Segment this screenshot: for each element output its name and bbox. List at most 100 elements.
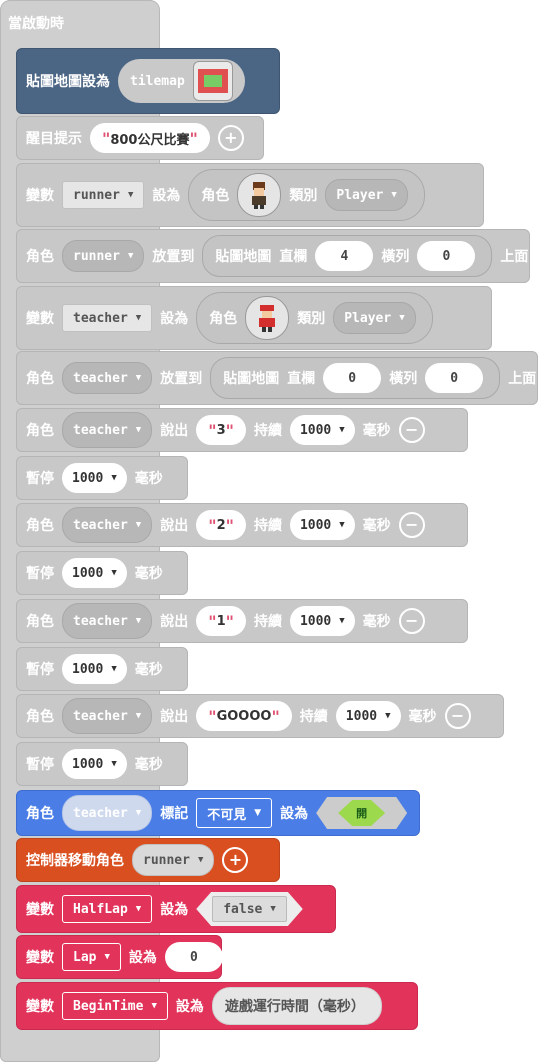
top-label: 上面 [508,371,537,387]
say-label: 說出 [160,614,189,630]
remove-parameter-icon[interactable]: − [398,512,425,538]
duration-label: 持續 [299,709,328,725]
say-text-field[interactable]: " 2 " [196,510,246,540]
duration-label: 持續 [253,614,282,630]
tilemap-location-reporter[interactable]: 貼圖地圖 直欄 4 橫列 0 [202,235,493,277]
say-text-field[interactable]: " GOOOO " [196,701,292,731]
pause-dropdown[interactable]: 1000 ▼ [62,558,127,588]
lap-variable-dropdown[interactable]: Lap ▼ [62,943,121,971]
duration-dropdown[interactable]: 1000 ▼ [335,701,401,731]
halflap-var-value: HalfLap [73,901,128,917]
tilemap-reporter[interactable]: tilemap [118,59,245,103]
duration-value: 1000 [299,422,332,438]
say-block[interactable]: 角色 teacher ▼ 說出 " 2 " 持續 1000 ▼ 毫秒 − [16,503,468,547]
pause-dropdown[interactable]: 1000 ▼ [62,749,127,779]
set-halflap-block[interactable]: 變數 HalfLap ▼ 設為 false ▼ [16,885,336,933]
controller-label: 控制器移動角色 [26,853,124,869]
teacher-kind-value: Player [344,310,392,326]
pause-value: 1000 [72,470,104,486]
teacher-sprite-dropdown[interactable]: teacher ▼ [62,507,153,543]
row-label: 橫列 [381,249,410,265]
teacher-sprite-dropdown[interactable]: teacher ▼ [62,698,153,734]
pause-label: 暫停 [26,757,54,773]
teacher-sprite-dropdown[interactable]: teacher ▼ [62,603,153,639]
teacher-sprite-image-icon[interactable] [245,296,290,340]
tilemap-value: tilemap [130,73,185,89]
runner-kind-dropdown[interactable]: Player ▼ [325,179,408,211]
duration-value: 1000 [345,708,378,724]
pause-block[interactable]: 暫停 1000 ▼ 毫秒 [16,647,188,691]
say-text-field[interactable]: " 3 " [196,415,246,445]
top-label: 上面 [500,249,529,265]
sprite-label: 角色 [209,311,238,327]
teacher-sprite-dropdown[interactable]: teacher ▼ [62,795,153,831]
teacher-kind-dropdown[interactable]: Player ▼ [333,302,416,334]
duration-label: 持續 [253,518,282,534]
runner-variable-dropdown[interactable]: runner ▼ [62,181,145,209]
on-start-label: 當啟動時 [8,16,64,32]
flag-dropdown[interactable]: 不可見 ▼ [196,798,273,828]
halflap-variable-dropdown[interactable]: HalfLap ▼ [62,895,153,923]
ms-label: 毫秒 [362,518,391,534]
teacher-sprite-dropdown[interactable]: teacher ▼ [62,362,153,394]
lap-value-input[interactable]: 0 [164,942,223,972]
tilemap-location-reporter[interactable]: 貼圖地圖 直欄 0 橫列 0 [210,357,501,399]
teacher-sprite-dropdown[interactable]: teacher ▼ [62,412,153,448]
quote-close-icon: " [189,128,198,148]
teacher-var-value: teacher [73,805,128,821]
set-flag-block[interactable]: 角色 teacher ▼ 標記 不可見 ▼ 設為 開 [16,790,420,836]
say-block[interactable]: 角色 teacher ▼ 說出 " 1 " 持續 1000 ▼ 毫秒 − [16,599,468,643]
runner-var-value: runner [73,187,120,203]
toggle-reporter[interactable]: 開 [316,797,408,829]
duration-dropdown[interactable]: 1000 ▼ [289,510,355,540]
column-input[interactable]: 0 [323,363,382,393]
toggle-on-field[interactable]: 開 [338,800,386,826]
controller-move-sprite-block[interactable]: 控制器移動角色 runner ▼ + [16,838,280,882]
place-teacher-block[interactable]: 角色 teacher ▼ 放置到 貼圖地圖 直欄 0 橫列 0 上面 [16,351,538,405]
set-teacher-block[interactable]: 變數 teacher ▼ 設為 角色 類別 Player ▼ [16,286,492,350]
splash-block[interactable]: 醒目提示 " 800公尺比賽 " + [16,116,264,160]
set-lap-block[interactable]: 變數 Lap ▼ 設為 0 [16,935,223,979]
say-block[interactable]: 角色 teacher ▼ 說出 " GOOOO " 持續 1000 ▼ 毫秒 − [16,694,504,738]
set-tilemap-block[interactable]: 貼圖地圖設為 tilemap [16,48,280,114]
splash-text-field[interactable]: " 800公尺比賽 " [90,123,210,153]
row-input[interactable]: 0 [425,363,484,393]
runner-sprite-dropdown[interactable]: runner ▼ [62,240,145,272]
set-begintime-block[interactable]: 變數 BeginTime ▼ 設為 遊戲運行時間（毫秒） [16,982,418,1030]
pause-block[interactable]: 暫停 1000 ▼ 毫秒 [16,742,188,786]
column-input[interactable]: 4 [315,241,374,271]
place-runner-block[interactable]: 角色 runner ▼ 放置到 貼圖地圖 直欄 4 橫列 0 上面 [16,229,530,283]
tilemap-thumbnail-icon[interactable] [192,61,233,101]
quote-close-icon: " [225,420,234,440]
add-parameter-icon[interactable]: + [217,125,244,151]
ms-label: 毫秒 [134,662,163,678]
add-parameter-icon[interactable]: + [222,847,249,873]
boolean-dropdown[interactable]: false ▼ [212,896,287,922]
remove-parameter-icon[interactable]: − [398,417,425,443]
pause-block[interactable]: 暫停 1000 ▼ 毫秒 [16,551,188,595]
pause-label: 暫停 [26,566,54,582]
begintime-variable-dropdown[interactable]: BeginTime ▼ [62,992,168,1020]
row-input[interactable]: 0 [417,241,476,271]
teacher-variable-dropdown[interactable]: teacher ▼ [62,304,153,332]
pause-dropdown[interactable]: 1000 ▼ [62,463,127,493]
remove-parameter-icon[interactable]: − [444,703,471,729]
duration-dropdown[interactable]: 1000 ▼ [289,606,355,636]
runner-sprite-dropdown[interactable]: runner ▼ [132,844,215,876]
say-text-field[interactable]: " 1 " [196,606,246,636]
game-time-reporter[interactable]: 遊戲運行時間（毫秒） [211,987,382,1025]
set-runner-block[interactable]: 變數 runner ▼ 設為 角色 類別 Player ▼ [16,163,484,227]
pause-block[interactable]: 暫停 1000 ▼ 毫秒 [16,456,188,500]
remove-parameter-icon[interactable]: − [398,608,425,634]
duration-dropdown[interactable]: 1000 ▼ [289,415,355,445]
create-sprite-reporter[interactable]: 角色 類別 Player ▼ [196,292,433,344]
say-block[interactable]: 角色 teacher ▼ 說出 " 3 " 持續 1000 ▼ 毫秒 − [16,408,468,452]
var-label: 變數 [26,950,54,966]
duration-value: 1000 [299,613,332,629]
teacher-var-value: teacher [73,422,128,438]
runner-sprite-image-icon[interactable] [237,173,282,217]
pause-dropdown[interactable]: 1000 ▼ [62,654,127,684]
boolean-reporter[interactable]: false ▼ [196,892,303,926]
create-sprite-reporter[interactable]: 角色 類別 Player ▼ [188,169,425,221]
ms-label: 毫秒 [134,566,163,582]
